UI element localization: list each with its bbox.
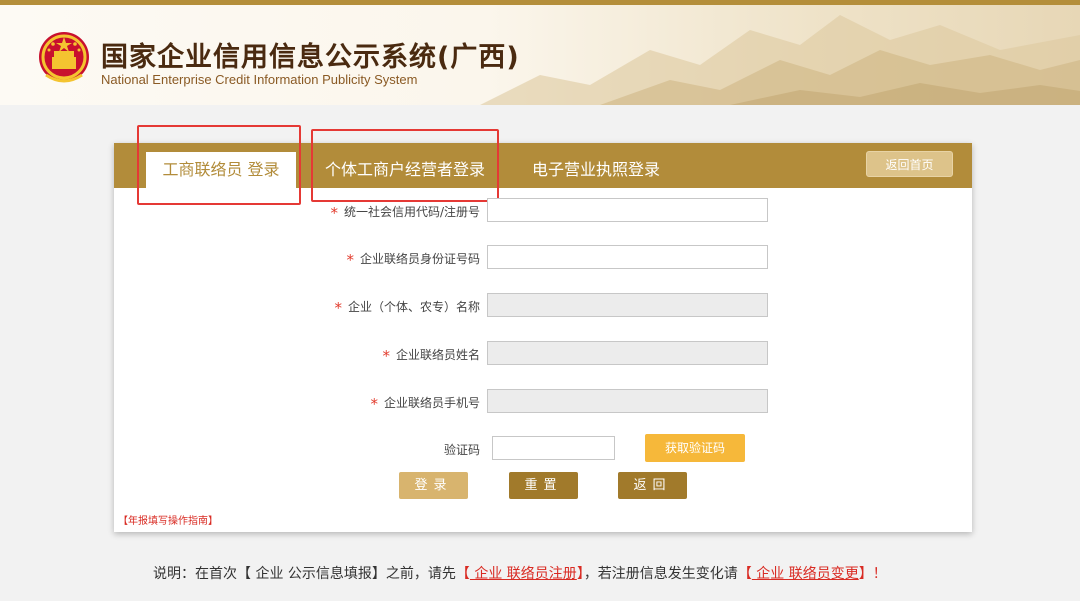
required-mark: *: [370, 395, 378, 413]
note-bracket-open: 【: [737, 566, 752, 582]
registration-note: 说明：在首次【 企业 公示信息填报】之前，请先【 企业 联络员注册】，若注册信息…: [153, 563, 887, 583]
liaison-change-link[interactable]: 企业 联络员变更: [752, 566, 858, 582]
back-to-home-button[interactable]: 返回首页: [866, 151, 953, 177]
id-number-input[interactable]: [487, 245, 768, 269]
site-subtitle: National Enterprise Credit Information P…: [101, 72, 418, 87]
mountain-background-image: [480, 15, 1080, 105]
contact-name-input[interactable]: [487, 341, 768, 365]
required-mark: *: [382, 347, 390, 365]
captcha-input[interactable]: [492, 436, 615, 460]
phone-input[interactable]: [487, 389, 768, 413]
national-emblem-icon: [39, 32, 89, 83]
reset-button[interactable]: 重置: [509, 472, 578, 499]
note-bracket-close: 】: [576, 566, 584, 582]
phone-label: * 企业联络员手机号: [370, 395, 480, 413]
liaison-register-link[interactable]: 企业 联络员注册: [470, 566, 576, 582]
note-bracket-open: 【: [455, 566, 470, 582]
captcha-label: 验证码: [443, 443, 480, 457]
contact-name-label: * 企业联络员姓名: [382, 347, 480, 365]
enterprise-name-label: * 企业（个体、农专）名称: [334, 299, 480, 317]
tab-e-license-login[interactable]: 电子营业执照登录: [532, 152, 660, 188]
back-button[interactable]: 返回: [618, 472, 687, 499]
login-button[interactable]: 登录: [399, 472, 468, 499]
required-mark: *: [346, 251, 354, 269]
highlight-box-individual-tab: [311, 129, 499, 202]
enterprise-name-input[interactable]: [487, 293, 768, 317]
highlight-box-liaison-tab: [137, 125, 301, 205]
note-bracket-close: 】！: [858, 566, 887, 582]
get-captcha-button[interactable]: 获取验证码: [645, 434, 745, 462]
credit-code-input[interactable]: [487, 198, 768, 222]
required-mark: *: [330, 204, 338, 222]
note-prefix: 说明：在首次【 企业 公示信息填报】之前，请先: [153, 566, 456, 582]
site-header: 国家企业信用信息公示系统(广西) National Enterprise Cre…: [0, 5, 1080, 105]
id-number-label: * 企业联络员身份证号码: [346, 251, 480, 269]
annual-report-guide-link[interactable]: 【年报填写操作指南】: [118, 512, 218, 527]
site-title: 国家企业信用信息公示系统(广西): [101, 42, 520, 73]
note-middle: ，若注册信息发生变化请: [583, 566, 738, 582]
required-mark: *: [334, 299, 342, 317]
credit-code-label: * 统一社会信用代码/注册号: [330, 204, 480, 222]
